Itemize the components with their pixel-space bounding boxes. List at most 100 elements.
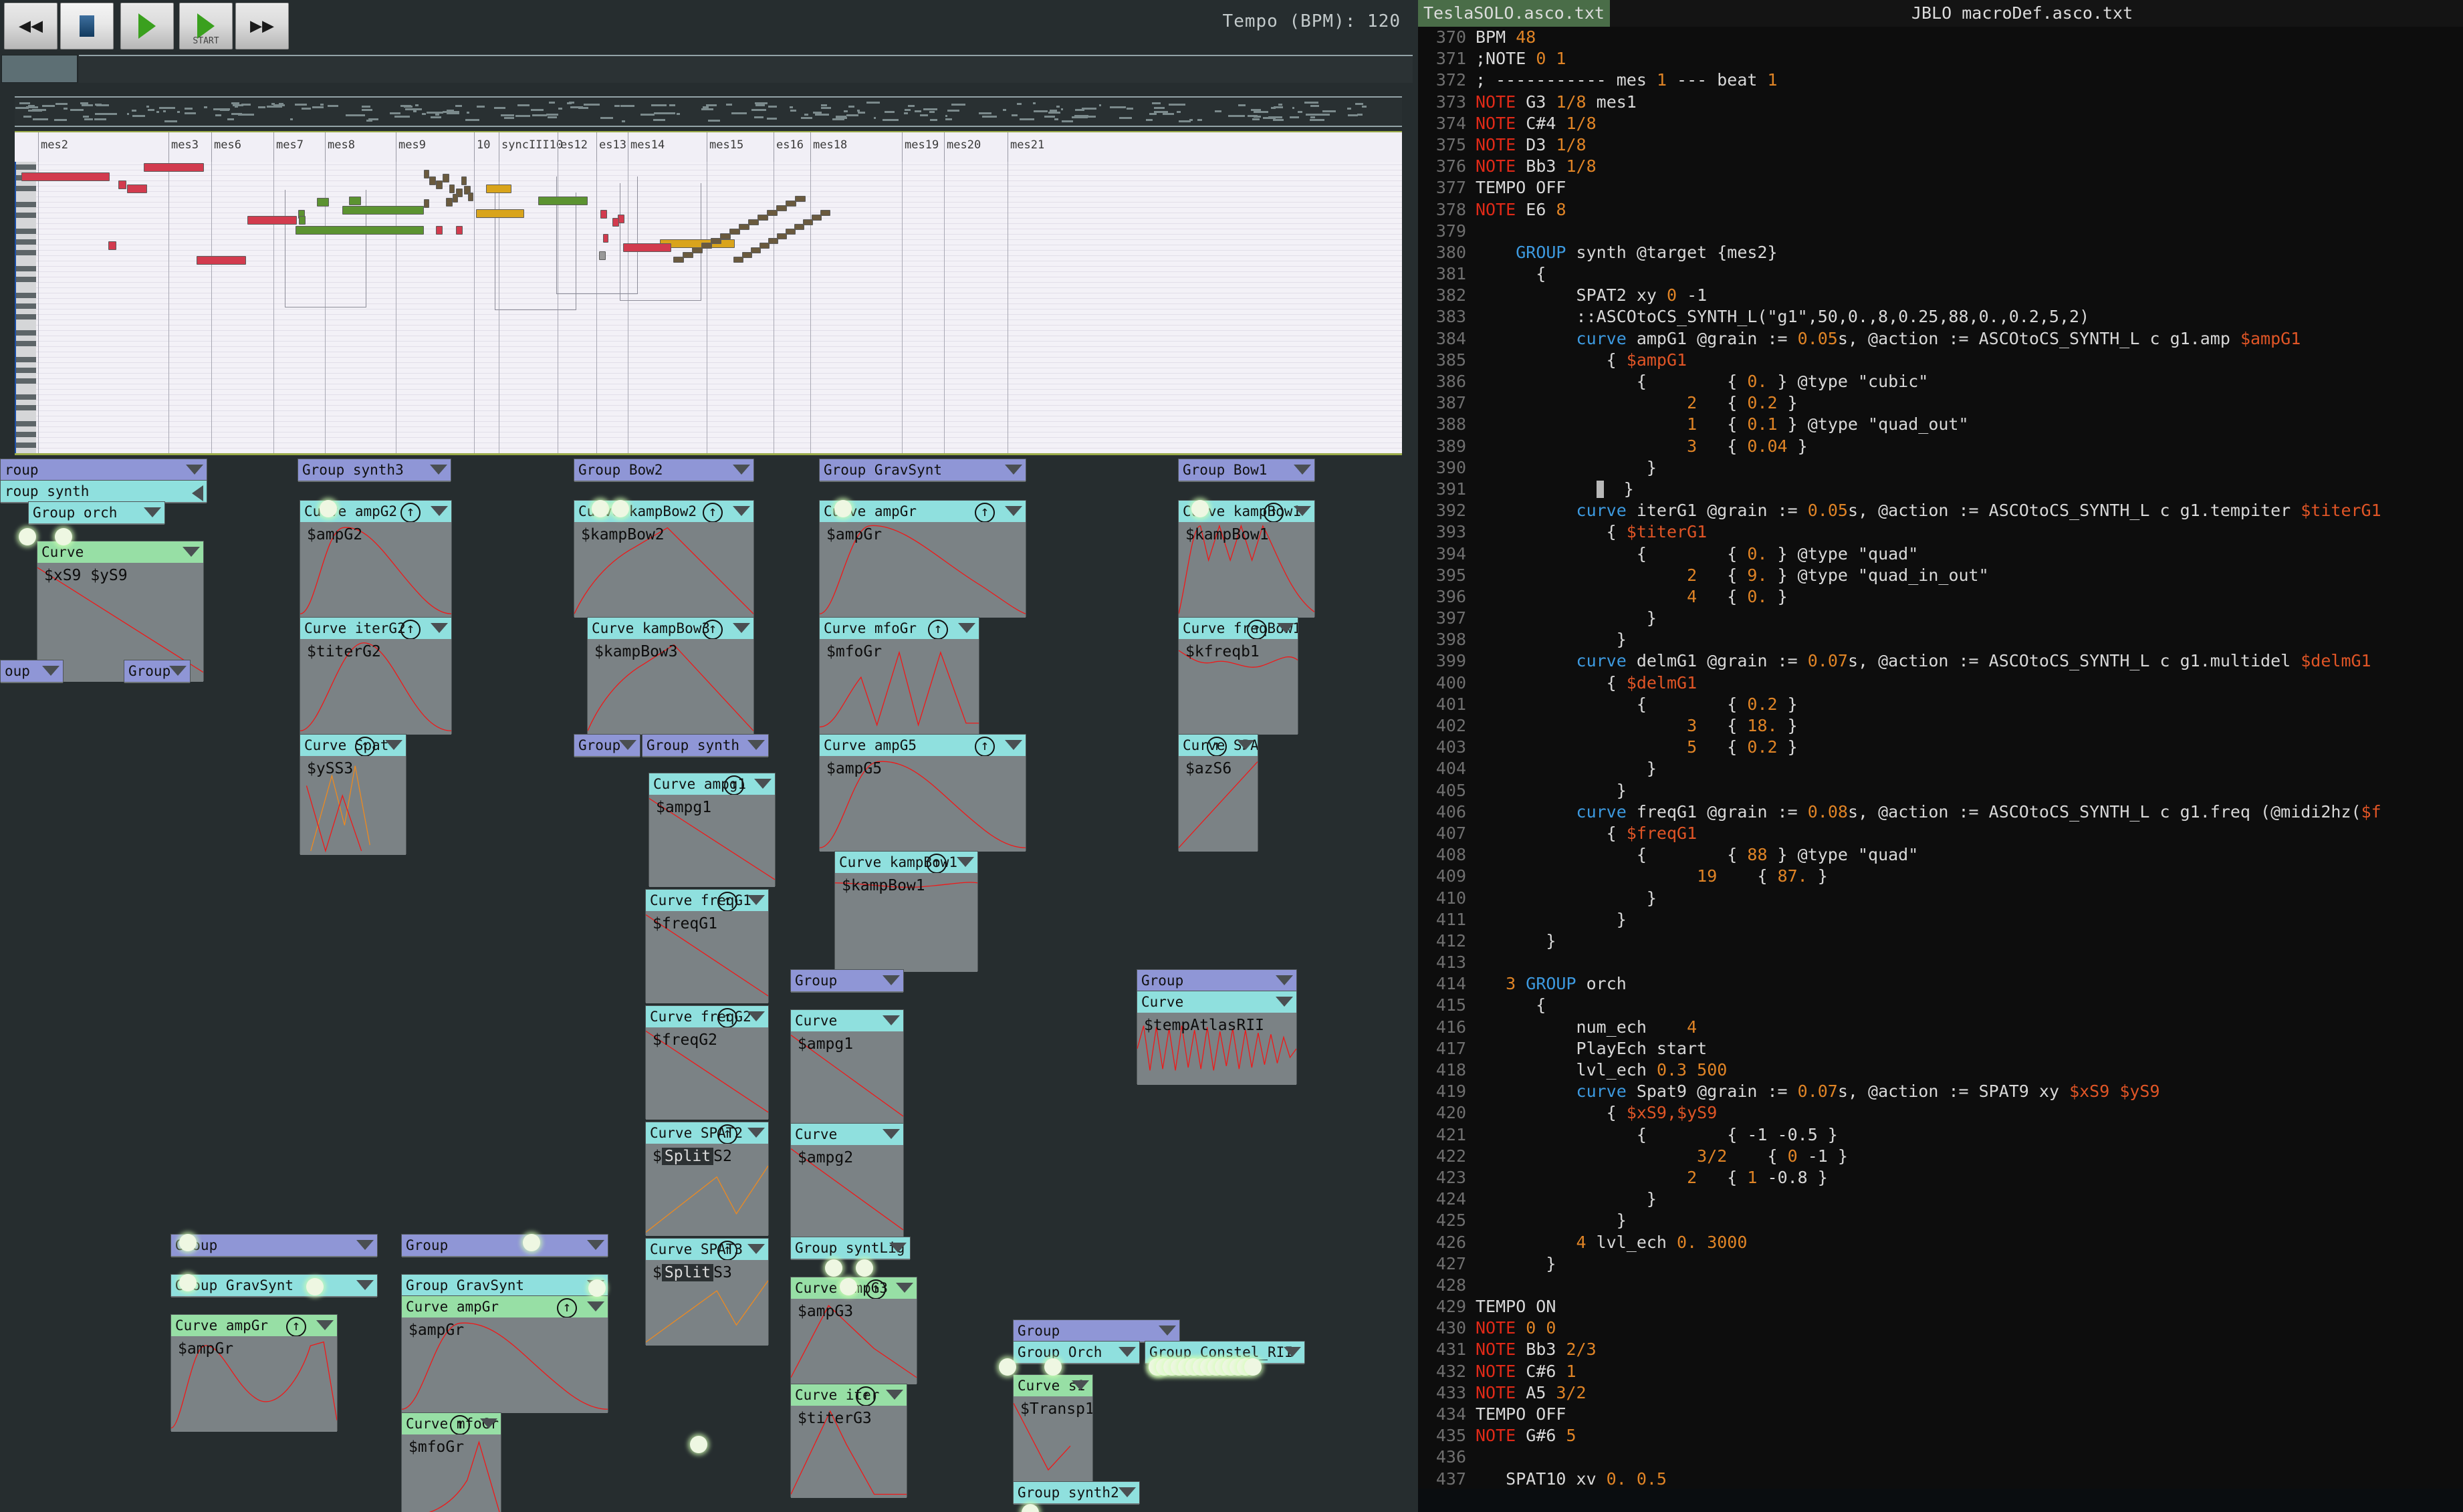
code-line[interactable]: 416 num_ech 4: [1418, 1017, 2463, 1038]
node-header[interactable]: Curve: [791, 1124, 903, 1145]
chevron-down-icon[interactable]: [1276, 997, 1293, 1007]
node-header[interactable]: roup: [1, 459, 207, 481]
node-header[interactable]: Curve freqG2: [646, 1006, 768, 1027]
graph-group-node[interactable]: Group orch: [28, 501, 165, 525]
chevron-down-icon[interactable]: [1237, 740, 1254, 750]
curve-up-arrow-icon[interactable]: [928, 618, 948, 639]
curve-plot[interactable]: $ampg2: [791, 1145, 903, 1237]
curve-plot[interactable]: $azS6: [1179, 756, 1258, 852]
chevron-down-icon[interactable]: [1159, 1326, 1176, 1336]
curve-plot[interactable]: $ampG2: [300, 522, 451, 618]
code-line[interactable]: 387 2 { 0.2 }: [1418, 392, 2463, 414]
code-line[interactable]: 396 4 { 0. }: [1418, 586, 2463, 608]
graph-curve-node[interactable]: Curve ampg1 $ampg1: [649, 773, 776, 887]
connector-led[interactable]: [999, 1358, 1016, 1376]
node-header[interactable]: Group syntLig: [791, 1237, 910, 1259]
curve-plot[interactable]: $ Split S2: [646, 1144, 768, 1236]
piano-key[interactable]: [15, 245, 36, 250]
node-header[interactable]: Group synth3: [298, 459, 451, 481]
connector-led[interactable]: [1022, 1504, 1039, 1512]
chevron-down-icon[interactable]: [1294, 506, 1311, 516]
graph-curve-node[interactable]: Curve mfoGr $mfoGr: [401, 1412, 501, 1512]
chevron-down-icon[interactable]: [183, 547, 200, 557]
piano-key[interactable]: [15, 443, 36, 448]
piano-key[interactable]: [15, 421, 36, 426]
curve-up-arrow-icon[interactable]: [400, 618, 421, 639]
code-line[interactable]: 392 curve iterG1 @grain := 0.05s, @actio…: [1418, 500, 2463, 521]
chevron-down-icon[interactable]: [42, 666, 60, 676]
node-header[interactable]: Group orch: [29, 502, 164, 523]
graph-group-node[interactable]: Group Bow2: [574, 459, 754, 482]
graph-curve-node[interactable]: Curve $ampg2: [790, 1123, 904, 1237]
graph-curve-node[interactable]: Curve $ampg1: [790, 1009, 904, 1124]
connector-led[interactable]: [1044, 1358, 1062, 1376]
graph-group-node[interactable]: Group GravSynt: [401, 1274, 608, 1297]
connector-led[interactable]: [825, 1259, 842, 1277]
curve-up-arrow-icon[interactable]: [866, 1277, 886, 1299]
node-header[interactable]: Curve: [791, 1010, 903, 1031]
chevron-down-icon[interactable]: [958, 623, 975, 633]
connector-led[interactable]: [306, 1278, 324, 1295]
note-event[interactable]: [342, 206, 424, 215]
graph-group-node[interactable]: Group synth3: [298, 459, 451, 482]
node-header[interactable]: Group: [1137, 970, 1296, 991]
code-line[interactable]: 370 BPM 48: [1418, 27, 2463, 48]
curve-plot[interactable]: $ampGr: [820, 522, 1026, 618]
piano-key[interactable]: [15, 368, 36, 373]
node-header[interactable]: Curve ampg1: [649, 773, 775, 795]
code-line[interactable]: 379: [1418, 221, 2463, 242]
curve-up-arrow-icon[interactable]: [717, 1122, 737, 1144]
chevron-down-icon[interactable]: [1005, 740, 1022, 750]
piano-key[interactable]: [15, 432, 36, 437]
chevron-down-icon[interactable]: [316, 1320, 334, 1330]
connector-led[interactable]: [592, 500, 609, 517]
note-event[interactable]: [820, 210, 830, 216]
node-header[interactable]: Curve SPAT3: [646, 1239, 768, 1260]
note-event[interactable]: [424, 199, 429, 208]
node-header[interactable]: Group Bow1: [1179, 459, 1314, 481]
curve-plot[interactable]: $kampBow2: [574, 522, 753, 618]
graph-group-node[interactable]: Group: [401, 1234, 608, 1257]
chevron-down-icon[interactable]: [889, 1243, 907, 1253]
code-line[interactable]: 378 NOTE E6 8: [1418, 199, 2463, 221]
code-line[interactable]: 397 }: [1418, 608, 2463, 629]
code-line[interactable]: 374 NOTE C#4 1/8: [1418, 113, 2463, 134]
connector-led[interactable]: [840, 1278, 857, 1295]
connector-led[interactable]: [55, 528, 72, 545]
code-line[interactable]: 437 SPAT10 xv 0. 0.5: [1418, 1469, 2463, 1487]
stop-button[interactable]: [60, 3, 114, 49]
piano-key[interactable]: [15, 330, 36, 336]
piano-key[interactable]: [15, 320, 36, 325]
piano-key[interactable]: [15, 202, 36, 207]
piano-key[interactable]: [15, 405, 36, 410]
code-line[interactable]: 401 { { 0.2 }: [1418, 694, 2463, 715]
chevron-down-icon[interactable]: [733, 506, 750, 516]
node-header[interactable]: Group GravSynt: [402, 1275, 608, 1296]
piano-key[interactable]: [15, 293, 36, 298]
scrollbar-track[interactable]: [79, 55, 1413, 83]
note-event[interactable]: [446, 198, 453, 207]
curve-plot[interactable]: $kampBow1: [1179, 522, 1314, 618]
curve-plot[interactable]: $ Split S3: [646, 1260, 768, 1346]
note-event[interactable]: [436, 180, 443, 189]
note-event[interactable]: [436, 226, 443, 235]
code-line[interactable]: 409 19 { 87. }: [1418, 866, 2463, 887]
graph-group-node[interactable]: Group Orch: [1013, 1341, 1140, 1364]
piano-key[interactable]: [15, 357, 36, 362]
chevron-down-icon[interactable]: [356, 1280, 374, 1290]
curve-plot[interactable]: $ampGr: [402, 1317, 608, 1413]
play-button[interactable]: [120, 3, 174, 49]
piano-key[interactable]: [15, 218, 36, 223]
piano-key[interactable]: [15, 448, 36, 453]
code-line[interactable]: 410 }: [1418, 888, 2463, 909]
node-header[interactable]: Group: [124, 660, 190, 682]
graph-curve-node[interactable]: Curve kampBow1$kampBow1: [1178, 500, 1315, 618]
code-line[interactable]: 424 }: [1418, 1188, 2463, 1210]
code-line[interactable]: 391 }: [1418, 479, 2463, 500]
curve-up-arrow-icon[interactable]: [1247, 618, 1267, 639]
code-line[interactable]: 390 }: [1418, 457, 2463, 479]
chevron-down-icon[interactable]: [883, 1129, 900, 1139]
code-line[interactable]: 427 }: [1418, 1253, 2463, 1275]
score-text-editor[interactable]: TeslaSOLO.asco.txt JBLO macroDef.asco.txt…: [1418, 0, 2463, 1512]
piano-roll[interactable]: [15, 132, 1402, 455]
